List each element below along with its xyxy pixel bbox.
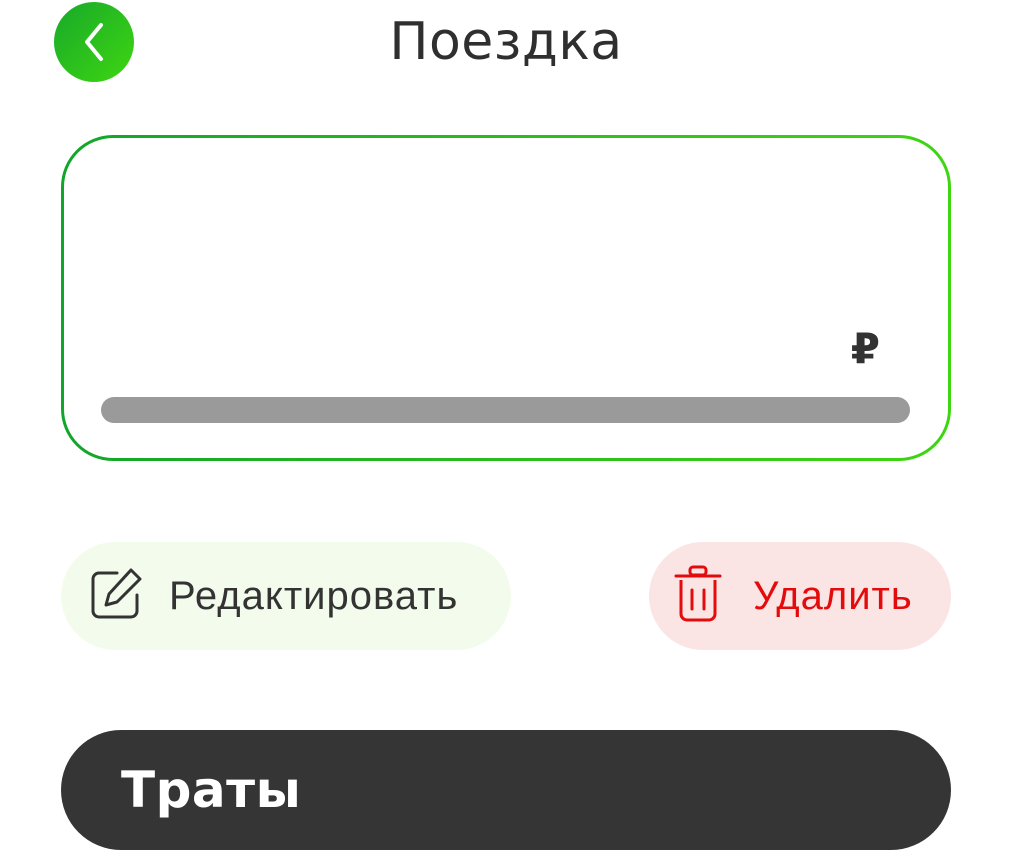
edit-button[interactable]: Редактировать (61, 542, 511, 650)
trash-icon (673, 564, 723, 629)
delete-button-label: Удалить (753, 573, 913, 618)
currency-sign: ₽ (850, 324, 880, 373)
expenses-title: Траты (121, 761, 302, 819)
trip-card-body: ₽ (64, 138, 948, 458)
page-title: Поездка (389, 12, 623, 72)
edit-icon (87, 565, 145, 628)
delete-button[interactable]: Удалить (649, 542, 951, 650)
progress-bar (101, 397, 910, 423)
expenses-section-header[interactable]: Траты (61, 730, 951, 850)
edit-button-label: Редактировать (169, 573, 459, 618)
trip-card[interactable]: ₽ (61, 135, 951, 461)
